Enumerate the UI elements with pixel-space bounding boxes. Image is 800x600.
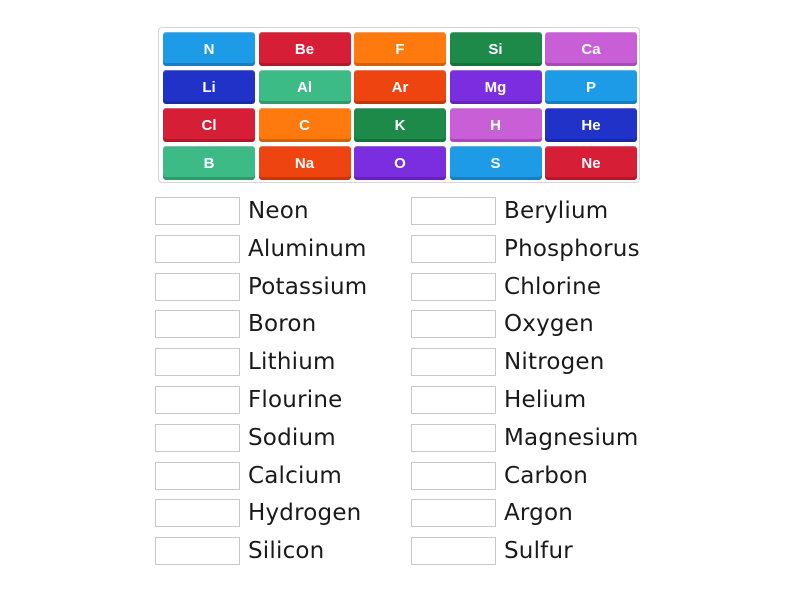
element-name-label: Phosphorus: [504, 235, 640, 262]
drop-target-box[interactable]: [155, 348, 240, 377]
drop-target-box[interactable]: [411, 537, 496, 566]
match-row: Nitrogen: [411, 347, 605, 377]
element-tile[interactable]: Cl: [163, 108, 255, 142]
drop-target-box[interactable]: [411, 386, 496, 414]
element-name-label: Sulfur: [504, 538, 573, 565]
drop-target-box[interactable]: [155, 423, 240, 452]
match-row: Carbon: [411, 461, 588, 491]
element-tile[interactable]: B: [163, 146, 255, 180]
drop-target-box[interactable]: [411, 423, 496, 452]
element-name-label: Berylium: [504, 198, 609, 224]
match-row: Sodium: [155, 423, 336, 453]
element-tile[interactable]: Li: [163, 70, 255, 104]
drop-target-box[interactable]: [411, 310, 496, 339]
drop-target-box[interactable]: [411, 499, 496, 528]
drop-target-box[interactable]: [411, 461, 496, 490]
drop-target-box[interactable]: [155, 272, 240, 301]
drop-target-box[interactable]: [155, 310, 240, 339]
element-tile[interactable]: Al: [258, 70, 351, 104]
element-name-label: Hydrogen: [248, 500, 362, 527]
drop-target-box[interactable]: [155, 499, 240, 528]
tile-bank: N Be F Si Ca Li Al Ar Mg P Cl C K H He B Na O S Ne: [158, 27, 640, 183]
drop-target-box[interactable]: [411, 234, 496, 263]
element-name-label: Neon: [248, 198, 309, 224]
drop-target-box[interactable]: [411, 348, 496, 377]
element-tile[interactable]: N: [163, 32, 255, 66]
element-tile[interactable]: Ca: [545, 32, 637, 66]
element-tile[interactable]: P: [545, 70, 637, 104]
element-tile[interactable]: K: [354, 108, 446, 142]
drop-target-box[interactable]: [411, 197, 496, 225]
match-row: Helium: [411, 385, 586, 415]
element-name-label: Sodium: [248, 424, 336, 451]
drop-target-box[interactable]: [155, 386, 240, 414]
element-tile[interactable]: He: [545, 108, 637, 142]
element-tile[interactable]: Ar: [354, 70, 446, 104]
element-name-label: Magnesium: [504, 424, 639, 451]
match-row: Phosphorus: [411, 234, 640, 264]
match-row: Flourine: [155, 385, 342, 415]
match-row: Silicon: [155, 536, 324, 566]
match-row: Sulfur: [411, 536, 573, 566]
drop-target-box[interactable]: [155, 537, 240, 566]
element-name-label: Flourine: [248, 387, 343, 413]
element-name-label: Helium: [504, 387, 587, 413]
element-name-label: Calcium: [248, 462, 342, 489]
match-row: Berylium: [411, 196, 608, 226]
drop-target-box[interactable]: [155, 234, 240, 263]
match-row: Hydrogen: [155, 498, 361, 528]
element-tile[interactable]: C: [258, 108, 351, 142]
match-row: Lithium: [155, 347, 336, 377]
element-tile[interactable]: Mg: [449, 70, 542, 104]
element-tile[interactable]: Si: [449, 32, 542, 66]
match-row: Argon: [411, 498, 573, 528]
match-row: Aluminum: [155, 234, 367, 264]
match-row: Chlorine: [411, 272, 601, 302]
drop-target-box[interactable]: [155, 461, 240, 490]
drop-target-box[interactable]: [155, 197, 240, 225]
match-row: Magnesium: [411, 423, 638, 453]
match-row: Oxygen: [411, 309, 594, 339]
element-tile[interactable]: H: [449, 108, 542, 142]
element-name-label: Chlorine: [504, 273, 602, 300]
drop-target-box[interactable]: [411, 272, 496, 301]
element-tile[interactable]: O: [354, 146, 446, 180]
element-name-label: Argon: [504, 500, 574, 527]
element-name-label: Boron: [248, 311, 317, 338]
element-tile[interactable]: F: [354, 32, 446, 66]
match-row: Potassium: [155, 272, 367, 302]
element-name-label: Potassium: [248, 273, 368, 300]
match-row: Neon: [155, 196, 309, 226]
element-name-label: Aluminum: [248, 235, 367, 262]
element-name-label: Oxygen: [504, 311, 594, 338]
element-name-label: Lithium: [248, 349, 336, 376]
match-row: Calcium: [155, 461, 342, 491]
element-tile[interactable]: Na: [258, 146, 351, 180]
element-tile[interactable]: S: [449, 146, 542, 180]
element-name-label: Nitrogen: [504, 349, 605, 376]
element-name-label: Silicon: [248, 538, 325, 565]
element-tile[interactable]: Ne: [545, 146, 637, 180]
element-tile[interactable]: Be: [258, 32, 351, 66]
match-row: Boron: [155, 309, 316, 339]
element-name-label: Carbon: [504, 462, 589, 489]
